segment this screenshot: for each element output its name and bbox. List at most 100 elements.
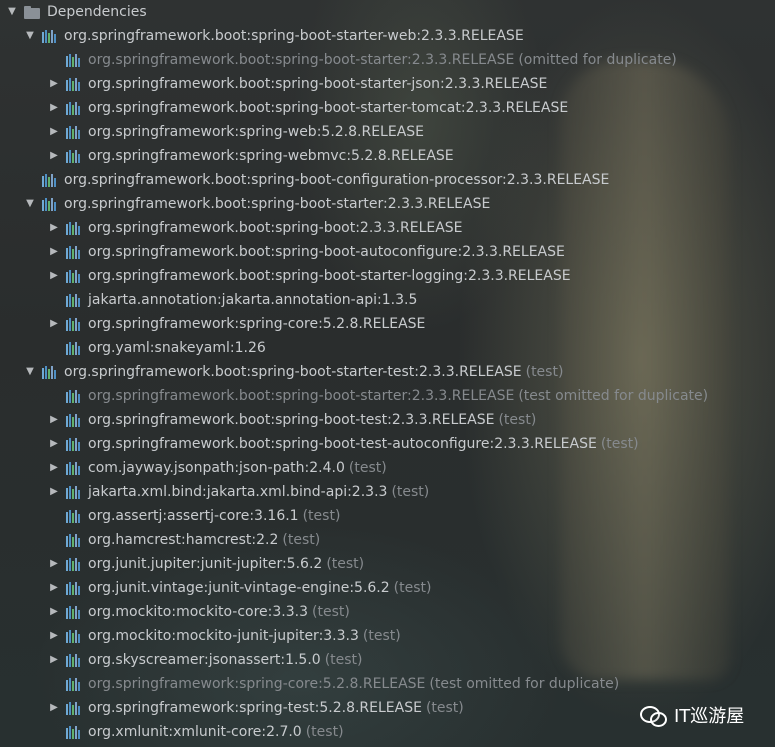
- chevron-right-icon[interactable]: ▶: [48, 648, 60, 672]
- tree-row[interactable]: ▶ org.springframework:spring-web:5.2.8.RE…: [48, 120, 424, 144]
- tree-row[interactable]: ▶ org.mockito:mockito-core:3.3.3 (test): [48, 600, 350, 624]
- dependency-scope: (test): [282, 532, 321, 548]
- dependency-label: org.assertj:assertj-core:3.16.1: [88, 508, 299, 524]
- tree-row[interactable]: ▶ org.springframework:spring-core:5.2.8.R…: [48, 312, 425, 336]
- chevron-right-icon[interactable]: ▶: [48, 432, 60, 456]
- library-icon: [42, 29, 58, 43]
- chevron-down-icon[interactable]: ▼: [24, 24, 36, 48]
- dependency-scope: (test): [393, 580, 432, 596]
- dependency-label: org.springframework.boot:spring-boot-tes…: [88, 412, 495, 428]
- dependency-label: org.skyscreamer:jsonassert:1.5.0: [88, 652, 321, 668]
- dependency-label: org.springframework.boot:spring-boot-sta…: [64, 196, 491, 212]
- dependency-label: org.springframework.boot:spring-boot-con…: [64, 172, 610, 188]
- library-icon: [66, 101, 82, 115]
- dependency-label: org.springframework.boot:spring-boot-sta…: [88, 268, 571, 284]
- chevron-down-icon[interactable]: ▼: [24, 360, 36, 384]
- dependency-label: org.mockito:mockito-core:3.3.3: [88, 604, 309, 620]
- dependency-label: org.springframework.boot:spring-boot-sta…: [64, 28, 524, 44]
- tree-row[interactable]: ▶ org.skyscreamer:jsonassert:1.5.0 (test): [48, 648, 363, 672]
- dependency-scope: (test): [525, 364, 564, 380]
- tree-row[interactable]: ▶ org.mockito:mockito-junit-jupiter:3.3.3…: [48, 624, 401, 648]
- chevron-right-icon[interactable]: ▶: [48, 216, 60, 240]
- chevron-right-icon[interactable]: ▶: [48, 72, 60, 96]
- library-icon: [66, 677, 82, 691]
- tree-row[interactable]: ▶ org.springframework.boot:spring-boot-st…: [48, 72, 547, 96]
- tree-row[interactable]: ▶ org.springframework.boot:spring-boot-te…: [48, 408, 536, 432]
- tree-row[interactable]: ▶ org.junit.vintage:junit-vintage-engine:…: [48, 576, 431, 600]
- tree-row[interactable]: org.springframework.boot:spring-boot-sta…: [48, 384, 708, 408]
- tree-row[interactable]: org.springframework:spring-core:5.2.8.RE…: [48, 672, 619, 696]
- dependency-label: org.junit.vintage:junit-vintage-engine:5…: [88, 580, 390, 596]
- dependency-scope: (test): [305, 724, 344, 740]
- dependency-scope: (test): [498, 412, 537, 428]
- dependency-label: org.springframework:spring-webmvc:5.2.8.…: [88, 148, 454, 164]
- chevron-down-icon[interactable]: ▼: [24, 192, 36, 216]
- library-icon: [66, 653, 82, 667]
- tree-root-dependencies[interactable]: ▼ Dependencies: [6, 0, 147, 24]
- tree-row[interactable]: ▶ jakarta.xml.bind:jakarta.xml.bind-api:2…: [48, 480, 429, 504]
- library-icon: [66, 125, 82, 139]
- tree-row[interactable]: jakarta.annotation:jakarta.annotation-ap…: [48, 288, 417, 312]
- chevron-right-icon[interactable]: ▶: [48, 480, 60, 504]
- dependency-scope: (test): [348, 460, 387, 476]
- tree-row[interactable]: ▶ org.springframework.boot:spring-boot-st…: [48, 264, 571, 288]
- dependency-scope: (test): [302, 508, 341, 524]
- library-icon: [42, 197, 58, 211]
- library-icon: [66, 509, 82, 523]
- library-icon: [66, 53, 82, 67]
- tree-row[interactable]: org.hamcrest:hamcrest:2.2 (test): [48, 528, 320, 552]
- chevron-right-icon[interactable]: ▶: [48, 144, 60, 168]
- chevron-down-icon[interactable]: ▼: [6, 0, 18, 24]
- tree-row[interactable]: org.xmlunit:xmlunit-core:2.7.0 (test): [48, 720, 344, 744]
- dependency-label: org.springframework.boot:spring-boot-aut…: [88, 244, 565, 260]
- chevron-right-icon[interactable]: ▶: [48, 600, 60, 624]
- chevron-right-icon[interactable]: ▶: [48, 120, 60, 144]
- library-icon: [66, 725, 82, 739]
- tree-row[interactable]: ▶ org.springframework.boot:spring-boot-te…: [48, 432, 638, 456]
- dependency-label: org.xmlunit:xmlunit-core:2.7.0: [88, 724, 302, 740]
- chevron-right-icon[interactable]: ▶: [48, 312, 60, 336]
- tree-row[interactable]: ▼ org.springframework.boot:spring-boot-st…: [24, 192, 490, 216]
- chevron-right-icon[interactable]: ▶: [48, 576, 60, 600]
- library-icon: [66, 293, 82, 307]
- chevron-right-icon[interactable]: ▶: [48, 456, 60, 480]
- tree-row[interactable]: ▶ org.springframework.boot:spring-boot-st…: [48, 96, 568, 120]
- tree-row[interactable]: ▶ com.jayway.jsonpath:json-path:2.4.0 (tes…: [48, 456, 387, 480]
- chevron-right-icon[interactable]: ▶: [48, 96, 60, 120]
- library-icon: [42, 173, 58, 187]
- library-icon: [66, 557, 82, 571]
- tree-row[interactable]: ▼ org.springframework.boot:spring-boot-st…: [24, 24, 524, 48]
- dependency-scope: (test): [324, 652, 363, 668]
- chevron-right-icon[interactable]: ▶: [48, 408, 60, 432]
- tree-row[interactable]: ▶ org.springframework.boot:spring-boot-au…: [48, 240, 565, 264]
- dependency-label: org.springframework:spring-web:5.2.8.REL…: [88, 124, 425, 140]
- library-icon: [66, 341, 82, 355]
- dependency-label: org.springframework:spring-test:5.2.8.RE…: [88, 700, 422, 716]
- dependency-label: org.yaml:snakeyaml:1.26: [88, 340, 266, 356]
- dependency-label: org.springframework.boot:spring-boot-sta…: [88, 388, 515, 404]
- library-icon: [66, 629, 82, 643]
- chevron-right-icon[interactable]: ▶: [48, 624, 60, 648]
- tree-row[interactable]: ▶ org.junit.jupiter:junit-jupiter:5.6.2 (t…: [48, 552, 364, 576]
- library-icon: [66, 605, 82, 619]
- dependency-label: jakarta.xml.bind:jakarta.xml.bind-api:2.…: [88, 484, 388, 500]
- chevron-right-icon[interactable]: ▶: [48, 552, 60, 576]
- dependency-label: org.springframework:spring-core:5.2.8.RE…: [88, 316, 426, 332]
- chevron-right-icon[interactable]: ▶: [48, 696, 60, 720]
- dependency-scope: (test omitted for duplicate): [518, 388, 709, 404]
- dependency-label: org.mockito:mockito-junit-jupiter:3.3.3: [88, 628, 359, 644]
- tree-row[interactable]: ▶ org.springframework:spring-webmvc:5.2.8…: [48, 144, 454, 168]
- library-icon: [66, 485, 82, 499]
- library-icon: [66, 533, 82, 547]
- chevron-right-icon[interactable]: ▶: [48, 240, 60, 264]
- tree-row[interactable]: ▼ org.springframework.boot:spring-boot-st…: [24, 360, 563, 384]
- tree-row[interactable]: org.springframework.boot:spring-boot-con…: [24, 168, 609, 192]
- tree-row[interactable]: org.springframework.boot:spring-boot-sta…: [48, 48, 677, 72]
- tree-row[interactable]: org.yaml:snakeyaml:1.26: [48, 336, 266, 360]
- tree-row[interactable]: ▶ org.springframework:spring-test:5.2.8.R…: [48, 696, 464, 720]
- dependency-scope: (test omitted for duplicate): [429, 676, 620, 692]
- tree-row[interactable]: ▶ org.springframework.boot:spring-boot:2.…: [48, 216, 462, 240]
- chevron-right-icon[interactable]: ▶: [48, 264, 60, 288]
- tree-row[interactable]: org.assertj:assertj-core:3.16.1 (test): [48, 504, 340, 528]
- dependency-scope: (test): [326, 556, 365, 572]
